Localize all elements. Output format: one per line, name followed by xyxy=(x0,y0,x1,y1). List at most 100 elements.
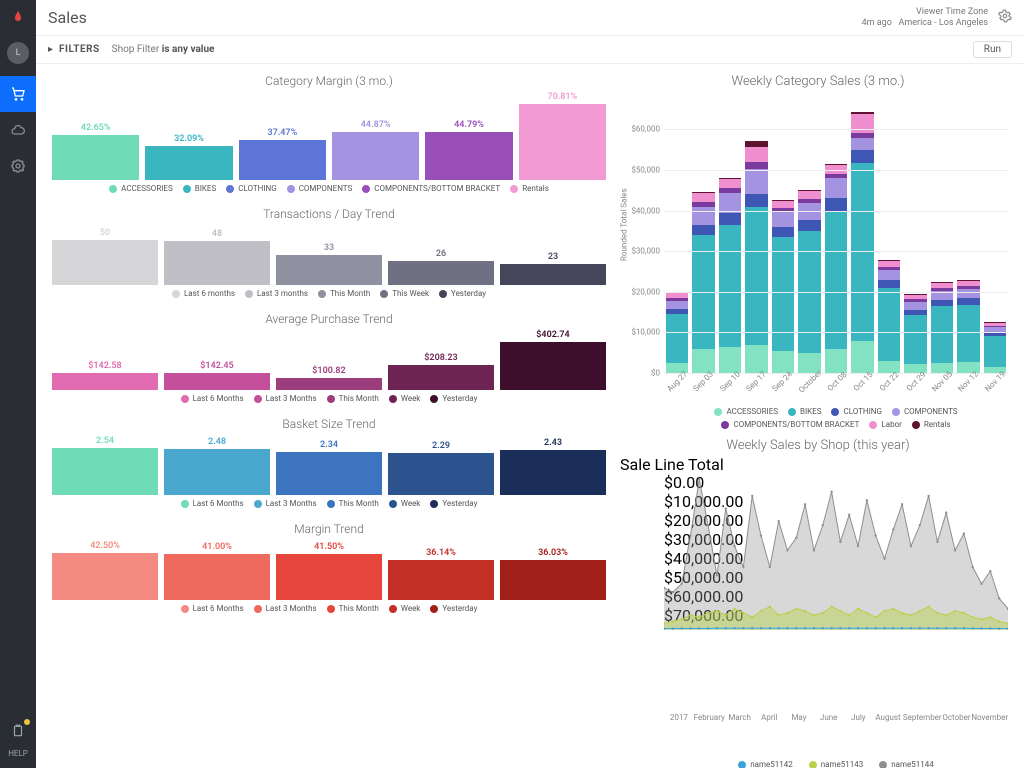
bar-segment[interactable] xyxy=(984,336,1006,366)
bar-segment[interactable] xyxy=(904,302,926,310)
bar[interactable] xyxy=(239,140,326,180)
bar-segment[interactable] xyxy=(745,194,767,207)
bar-segment[interactable] xyxy=(745,169,767,193)
legend-item[interactable]: name51142 xyxy=(738,760,793,768)
bar[interactable] xyxy=(52,240,158,285)
legend-item[interactable]: Last 3 Months xyxy=(254,604,317,613)
bar-segment[interactable] xyxy=(772,227,794,237)
bar-segment[interactable] xyxy=(692,207,714,225)
legend-item[interactable]: This Month xyxy=(327,394,379,403)
bar-segment[interactable] xyxy=(904,315,926,364)
legend-item[interactable]: Last 6 Months xyxy=(181,604,244,613)
bar-segment[interactable] xyxy=(878,288,900,361)
bar[interactable] xyxy=(52,553,158,600)
sidebar-item-help[interactable] xyxy=(0,717,36,745)
sidebar-item-sales[interactable] xyxy=(0,76,36,112)
bar-segment[interactable] xyxy=(772,237,794,351)
bar-segment[interactable] xyxy=(825,198,847,210)
bar[interactable] xyxy=(388,365,494,390)
bar[interactable] xyxy=(276,452,382,495)
bar-segment[interactable] xyxy=(719,213,741,224)
legend-item[interactable]: Rentals xyxy=(912,420,951,429)
bar-segment[interactable] xyxy=(878,270,900,281)
legend-item[interactable]: COMPONENTS xyxy=(892,407,958,416)
bar-segment[interactable] xyxy=(745,162,767,169)
bar-segment[interactable] xyxy=(798,203,820,220)
legend-item[interactable]: COMPONENTS/BOTTOM BRACKET xyxy=(362,184,500,193)
bar-segment[interactable] xyxy=(825,178,847,198)
legend-item[interactable]: name51144 xyxy=(879,760,934,768)
legend-item[interactable]: Yesterday xyxy=(430,394,477,403)
user-avatar[interactable]: L xyxy=(7,42,29,64)
bar[interactable] xyxy=(500,560,606,600)
sidebar-item-reports[interactable] xyxy=(0,112,36,148)
bar[interactable] xyxy=(276,255,382,285)
bar-segment[interactable] xyxy=(851,150,873,162)
bar-segment[interactable] xyxy=(957,289,979,298)
legend-item[interactable]: COMPONENTS/BOTTOM BRACKET xyxy=(721,420,859,429)
legend-item[interactable]: Last 6 Months xyxy=(181,499,244,508)
help-label[interactable]: HELP xyxy=(0,745,36,768)
bar[interactable] xyxy=(164,554,270,600)
bar-segment[interactable] xyxy=(692,349,714,373)
bar[interactable] xyxy=(52,448,158,495)
legend-item[interactable]: Week xyxy=(389,604,421,613)
legend-item[interactable]: ACCESSORIES xyxy=(714,407,778,416)
bar-segment[interactable] xyxy=(745,207,767,345)
bar-segment[interactable] xyxy=(772,351,794,373)
legend-item[interactable]: Last 3 Months xyxy=(254,394,317,403)
legend-item[interactable]: Yesterday xyxy=(439,289,486,298)
legend-item[interactable]: ACCESSORIES xyxy=(109,184,173,193)
bar[interactable] xyxy=(388,261,494,285)
bar-segment[interactable] xyxy=(878,280,900,287)
legend-item[interactable]: BIKES xyxy=(788,407,821,416)
bar[interactable] xyxy=(276,554,382,600)
bar-segment[interactable] xyxy=(851,114,873,133)
bar-segment[interactable] xyxy=(719,347,741,373)
legend-item[interactable]: Week xyxy=(389,394,421,403)
bar-segment[interactable] xyxy=(798,220,820,231)
bar[interactable] xyxy=(388,560,494,600)
bar-segment[interactable] xyxy=(931,306,953,363)
bar-segment[interactable] xyxy=(719,225,741,347)
legend-item[interactable]: Last 3 Months xyxy=(254,499,317,508)
legend-item[interactable]: This Month xyxy=(327,499,379,508)
legend-item[interactable]: This Month xyxy=(318,289,370,298)
bar-segment[interactable] xyxy=(745,345,767,373)
legend-item[interactable]: Labor xyxy=(869,420,901,429)
legend-item[interactable]: COMPONENTS xyxy=(287,184,353,193)
bar-segment[interactable] xyxy=(798,191,820,199)
bar[interactable] xyxy=(164,449,270,495)
bar[interactable] xyxy=(52,373,158,390)
legend-item[interactable]: This Month xyxy=(327,604,379,613)
page-settings-button[interactable] xyxy=(998,9,1012,27)
run-button[interactable]: Run xyxy=(973,41,1012,58)
bar[interactable] xyxy=(388,453,494,495)
bar-segment[interactable] xyxy=(719,179,741,188)
sidebar-item-settings[interactable] xyxy=(0,148,36,184)
legend-item[interactable]: Last 6 months xyxy=(172,289,235,298)
bar-segment[interactable] xyxy=(745,147,767,162)
bar-segment[interactable] xyxy=(666,301,688,309)
legend-item[interactable]: Yesterday xyxy=(430,499,477,508)
legend-item[interactable]: Week xyxy=(389,499,421,508)
bar-segment[interactable] xyxy=(692,193,714,202)
bar[interactable] xyxy=(500,264,606,285)
bar[interactable] xyxy=(145,146,232,180)
bar[interactable] xyxy=(164,241,270,285)
filters-label[interactable]: FILTERS xyxy=(59,44,100,55)
bar-segment[interactable] xyxy=(772,201,794,208)
legend-item[interactable]: BIKES xyxy=(183,184,216,193)
legend-item[interactable]: name51143 xyxy=(809,760,864,768)
bar[interactable] xyxy=(425,132,512,180)
bar[interactable] xyxy=(276,378,382,390)
legend-item[interactable]: Last 3 months xyxy=(245,289,308,298)
bar[interactable] xyxy=(500,450,606,495)
filter-description[interactable]: Shop Filter is any value xyxy=(112,44,215,55)
bar-segment[interactable] xyxy=(692,225,714,235)
bar-segment[interactable] xyxy=(851,138,873,150)
legend-item[interactable]: Rentals xyxy=(510,184,549,193)
legend-item[interactable]: CLOTHING xyxy=(226,184,276,193)
bar-segment[interactable] xyxy=(825,211,847,349)
bar[interactable] xyxy=(52,135,139,180)
